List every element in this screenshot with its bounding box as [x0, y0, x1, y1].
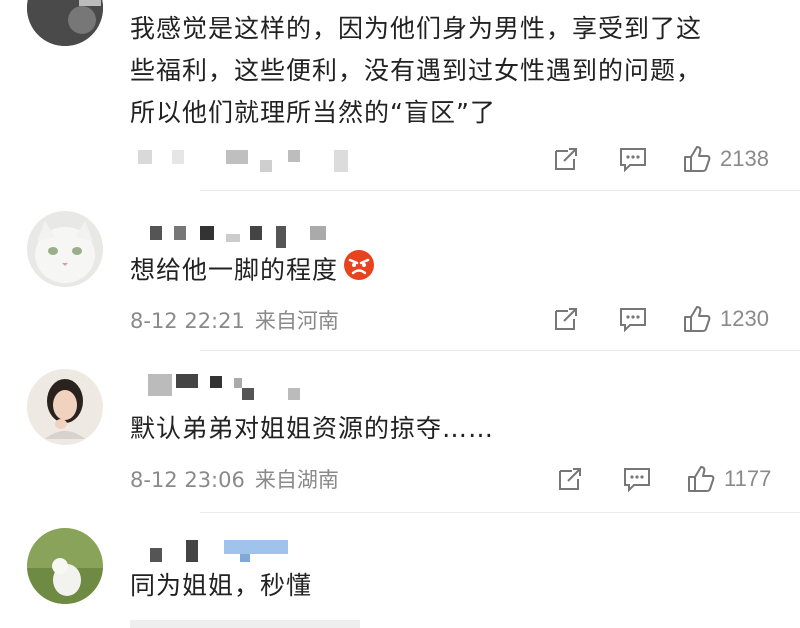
like-icon: [688, 466, 715, 492]
comment-date: 8-12 22:21: [130, 309, 245, 333]
comment-icon: [624, 468, 650, 493]
comment-text-line: 所以他们就理所当然的“盲区”了: [130, 98, 496, 127]
like-button[interactable]: 1177: [686, 462, 771, 496]
comment-text: 想给他一脚的程度: [130, 248, 376, 295]
divider: [200, 350, 800, 351]
comment-text: 我感觉是这样的，因为他们身为男性，享受到了这 些福利，这些便利，没有遇到过女性遇…: [130, 8, 702, 134]
comment-icon: [620, 148, 646, 173]
comment-text-line: 些福利，这些便利，没有遇到过女性遇到的问题，: [130, 56, 703, 85]
comment-button[interactable]: [618, 302, 648, 336]
meta-mosaic: [130, 620, 370, 628]
divider: [200, 190, 800, 191]
username-mosaic[interactable]: [130, 540, 370, 562]
comment-text: 同为姐姐，秒懂: [130, 565, 312, 607]
like-button[interactable]: 2138: [682, 142, 769, 176]
comment-text: 默认弟弟对姐姐资源的掠夺……: [130, 408, 494, 450]
repost-button[interactable]: [552, 302, 580, 336]
action-bar: 1230: [550, 302, 790, 336]
comment-text-body: 同为姐姐，秒懂: [130, 571, 313, 600]
repost-icon: [555, 148, 577, 170]
username-mosaic[interactable]: [130, 374, 370, 400]
divider: [200, 512, 800, 513]
like-count: 1177: [724, 466, 772, 491]
repost-button[interactable]: [556, 462, 584, 496]
comment-meta: 8-12 23:06 来自湖南: [130, 464, 339, 494]
comment-location: 来自湖南: [254, 468, 339, 492]
like-button[interactable]: 1230: [682, 302, 769, 336]
angry-face-icon: [342, 248, 376, 295]
repost-icon: [559, 468, 581, 490]
username-mosaic[interactable]: [130, 226, 370, 248]
avatar[interactable]: [27, 528, 103, 604]
like-icon: [684, 306, 711, 332]
comment-meta: 8-12 22:21 来自河南: [130, 305, 339, 335]
comment-date: 8-12 23:06: [130, 468, 245, 492]
repost-icon: [555, 308, 577, 330]
comment-text-line: 我感觉是这样的，因为他们身为男性，享受到了这: [130, 14, 703, 43]
comment-location: 来自河南: [254, 309, 339, 333]
action-bar: 1177: [550, 462, 790, 496]
comment-text-body: 想给他一脚的程度: [130, 255, 339, 285]
avatar[interactable]: [27, 369, 103, 445]
repost-button[interactable]: [552, 142, 580, 176]
avatar[interactable]: [27, 0, 103, 46]
avatar[interactable]: [27, 211, 103, 287]
like-icon: [684, 146, 711, 172]
like-count: 2138: [720, 146, 769, 171]
meta-mosaic: [130, 150, 370, 172]
action-bar: 2138: [550, 142, 790, 176]
like-count: 1230: [720, 306, 769, 331]
comment-text-body: 默认弟弟对姐姐资源的掠夺……: [130, 414, 495, 443]
comment-button[interactable]: [622, 462, 652, 496]
comment-icon: [620, 308, 646, 333]
comment-button[interactable]: [618, 142, 648, 176]
